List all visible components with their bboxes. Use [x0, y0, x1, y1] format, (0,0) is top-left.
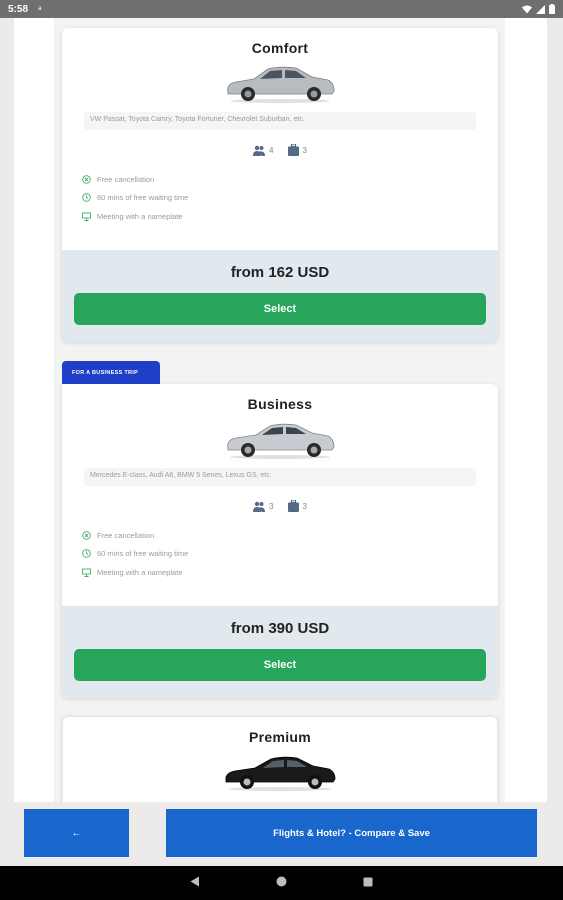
price-text: from 162 USD [230, 264, 330, 281]
feature-label: 60 mins of free waiting time [97, 549, 189, 559]
vehicle-card-premium: Premium [62, 716, 498, 802]
feature-label: Meeting with a nameplate [97, 211, 183, 221]
feature-label: 60 mins of free waiting time [97, 193, 189, 203]
notification-icon: ᵃ [38, 4, 42, 14]
price-text: from 390 USD [230, 620, 330, 637]
luggage-capacity: 3 [287, 144, 307, 156]
nameplate-icon [82, 212, 91, 221]
price-panel: from 162 USD Select [62, 250, 498, 342]
features-list: Free cancellation 60 mins of free waitin… [82, 526, 498, 582]
feature-label: Meeting with a nameplate [97, 567, 183, 577]
compare-save-button[interactable]: Flights & Hotel? - Compare & Save [166, 809, 537, 857]
feature-item: Meeting with a nameplate [82, 207, 498, 226]
clock-icon [82, 549, 91, 558]
feature-item: Meeting with a nameplate [82, 563, 498, 582]
cancel-icon [82, 175, 91, 184]
status-bar: 5:58 ᵃ [0, 0, 563, 18]
card-title: Premium [248, 729, 311, 745]
passenger-count: 3 [269, 501, 274, 511]
vehicle-list[interactable]: Comfort VW Passat, Toyota Camry, Toyota … [14, 18, 547, 802]
recents-nav-icon[interactable] [363, 874, 373, 892]
vehicle-card-business: Business Mercedes E-class, Audi A6, BMW … [62, 384, 498, 698]
back-button[interactable]: ← [24, 809, 129, 857]
feature-item: Free cancellation [82, 526, 498, 545]
card-title: Comfort [251, 40, 309, 56]
car-image-comfort [227, 66, 335, 103]
passenger-capacity: 3 [253, 501, 274, 512]
feature-label: Free cancellation [97, 174, 155, 184]
cancel-icon [82, 531, 91, 540]
clock-icon [82, 193, 91, 202]
capacity-row: 3 3 [62, 500, 498, 512]
system-nav-bar [0, 866, 563, 900]
car-image-business [227, 423, 335, 459]
car-models: Mercedes E-class, Audi A6, BMW 5 Series,… [84, 468, 476, 486]
back-nav-icon[interactable] [190, 874, 200, 892]
business-trip-badge: FOR A BUSINESS TRIP [62, 361, 160, 385]
bottom-action-bar: ← Flights & Hotel? - Compare & Save [0, 802, 563, 866]
passengers-icon [253, 501, 266, 512]
luggage-count: 3 [302, 501, 307, 511]
passengers-icon [253, 145, 266, 156]
status-icons [522, 4, 555, 14]
feature-item: Free cancellation [82, 170, 498, 189]
card-title: Business [247, 396, 313, 412]
wifi-icon [522, 5, 532, 13]
select-button-business[interactable]: Select [74, 649, 486, 681]
nameplate-icon [82, 568, 91, 577]
passenger-capacity: 4 [253, 145, 274, 156]
feature-item: 60 mins of free waiting time [82, 545, 498, 564]
feature-label: Free cancellation [97, 530, 155, 540]
car-models: VW Passat, Toyota Camry, Toyota Fortuner… [84, 112, 476, 130]
passenger-count: 4 [269, 145, 274, 155]
status-time: 5:58 [8, 3, 29, 15]
signal-icon [536, 4, 545, 14]
price-panel: from 390 USD Select [62, 606, 498, 698]
vehicle-card-comfort: Comfort VW Passat, Toyota Camry, Toyota … [62, 28, 498, 342]
capacity-row: 4 3 [62, 144, 498, 156]
select-button-comfort[interactable]: Select [74, 293, 486, 325]
battery-icon [549, 4, 555, 14]
luggage-capacity: 3 [287, 500, 307, 512]
feature-item: 60 mins of free waiting time [82, 189, 498, 208]
car-image-premium [225, 756, 336, 791]
luggage-count: 3 [302, 145, 307, 155]
home-nav-icon[interactable] [276, 874, 287, 892]
luggage-icon [287, 500, 299, 512]
luggage-icon [287, 144, 299, 156]
features-list: Free cancellation 60 mins of free waitin… [82, 170, 498, 226]
